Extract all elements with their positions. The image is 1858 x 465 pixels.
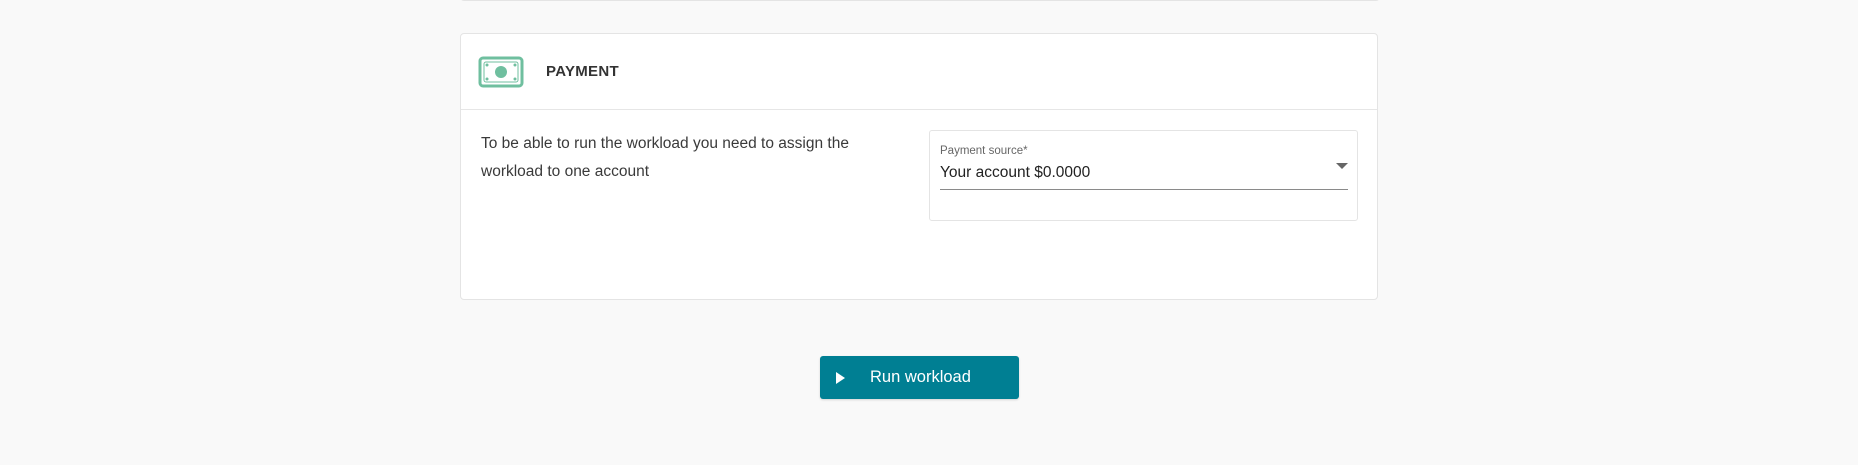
play-icon bbox=[836, 371, 845, 384]
payment-source-label: Payment source* bbox=[940, 145, 1028, 157]
previous-card-edge bbox=[460, 0, 1380, 1]
payment-card-header: PAYMENT bbox=[461, 34, 1377, 110]
banknote-icon bbox=[478, 56, 524, 88]
run-workload-button[interactable]: Run workload bbox=[820, 356, 1019, 399]
payment-card: PAYMENT To be able to run the workload y… bbox=[460, 33, 1378, 300]
payment-card-title: PAYMENT bbox=[546, 63, 619, 80]
payment-card-body: To be able to run the workload you need … bbox=[461, 110, 1377, 300]
payment-source-field-container: Payment source* Your account $0.0000 bbox=[929, 130, 1358, 221]
payment-source-select[interactable]: Payment source* Your account $0.0000 bbox=[940, 141, 1348, 190]
payment-description: To be able to run the workload you need … bbox=[481, 135, 849, 180]
chevron-down-icon[interactable] bbox=[1336, 163, 1348, 169]
payment-source-value: Your account $0.0000 bbox=[940, 164, 1091, 181]
run-workload-label: Run workload bbox=[870, 368, 971, 386]
